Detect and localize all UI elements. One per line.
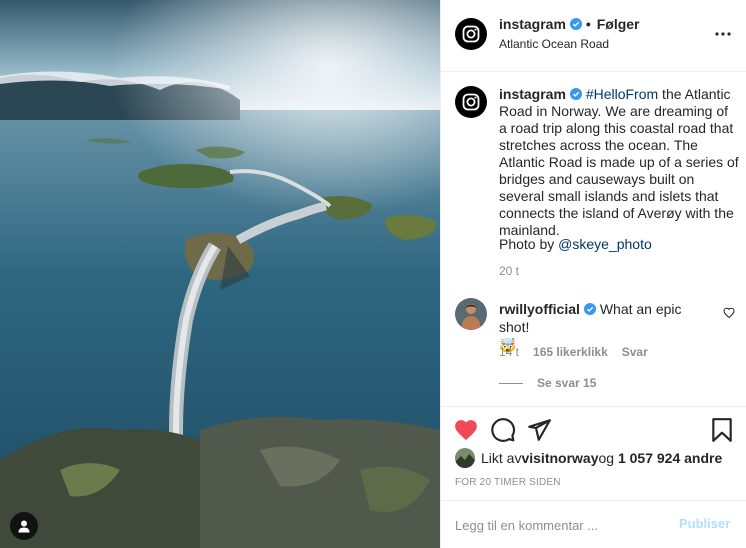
publish-button[interactable]: Publiser: [679, 516, 730, 531]
comment-bubble-icon: [491, 418, 516, 442]
separator-dot: •: [585, 16, 591, 32]
like-comment-button[interactable]: [723, 306, 737, 320]
heart-outline-icon: [723, 307, 735, 319]
liker-username[interactable]: visitnorway: [521, 450, 598, 466]
likes-prefix: Likt av: [481, 450, 522, 466]
commenter-username[interactable]: rwillyofficial: [499, 301, 580, 317]
instagram-logo-icon: [462, 93, 480, 111]
reply-button[interactable]: Svar: [622, 345, 648, 359]
post-timestamp[interactable]: FOR 20 TIMER SIDEN: [455, 477, 561, 488]
instagram-logo-icon: [462, 25, 480, 43]
heart-filled-icon: [455, 420, 477, 441]
post-author-username[interactable]: instagram: [499, 16, 566, 32]
comment-input[interactable]: [455, 515, 665, 535]
user-icon: [18, 520, 30, 533]
caption-timestamp[interactable]: 20 t: [499, 264, 519, 278]
add-comment-bar: Publiser: [441, 500, 746, 548]
hashtag-link[interactable]: #HelloFrom: [586, 86, 658, 102]
post-header: instagram • Følger Atlantic Ocean Road: [441, 0, 746, 72]
tagged-users-button[interactable]: [10, 512, 38, 540]
comments-section[interactable]: instagram #HelloFrom the Atlantic Road i…: [441, 72, 746, 407]
mention-link[interactable]: @skeye_photo: [558, 236, 652, 252]
post-location[interactable]: Atlantic Ocean Road: [499, 37, 609, 51]
verified-badge-icon: [569, 18, 582, 30]
comment-meta: 14 t 165 likerklikk Svar: [499, 345, 662, 359]
photo-credit-prefix: Photo by: [499, 236, 559, 252]
post-actions: [441, 407, 746, 451]
replies-divider: [499, 382, 523, 384]
post-caption: instagram #HelloFrom the Atlantic Road i…: [499, 86, 739, 239]
liker-avatar[interactable]: [455, 448, 475, 468]
comment-timestamp[interactable]: 14 t: [499, 345, 519, 359]
following-button[interactable]: Følger: [597, 16, 640, 32]
caption-username[interactable]: instagram: [499, 86, 566, 102]
bookmark-icon: [712, 418, 732, 442]
like-button[interactable]: [453, 417, 479, 443]
save-button[interactable]: [709, 417, 735, 443]
send-paper-plane-icon: [528, 419, 551, 441]
post-photo[interactable]: [0, 0, 440, 548]
likes-count[interactable]: 1 057 924 andre: [618, 450, 722, 466]
photo-credit: Photo by @skeye_photo: [499, 235, 652, 253]
caption-text: the Atlantic Road in Norway. We are drea…: [499, 86, 739, 238]
verified-badge-icon: [583, 303, 596, 315]
likes-middle: og: [598, 450, 615, 466]
view-replies-button[interactable]: Se svar 15: [499, 376, 596, 390]
likes-summary[interactable]: Likt av visitnorway og 1 057 924 andre: [455, 448, 722, 468]
comment-button[interactable]: [490, 417, 516, 443]
caption-avatar[interactable]: [455, 86, 487, 118]
more-horizontal-icon: [715, 32, 731, 36]
avatar[interactable]: [455, 18, 487, 50]
more-options-button[interactable]: [711, 26, 735, 42]
share-button[interactable]: [526, 417, 552, 443]
verified-badge-icon: [569, 88, 582, 100]
comment-likes[interactable]: 165 likerklikk: [533, 345, 608, 359]
post-side-panel: instagram • Følger Atlantic Ocean Road in…: [440, 0, 746, 548]
commenter-avatar[interactable]: [455, 298, 487, 330]
view-replies-label: Se svar 15: [537, 376, 597, 390]
